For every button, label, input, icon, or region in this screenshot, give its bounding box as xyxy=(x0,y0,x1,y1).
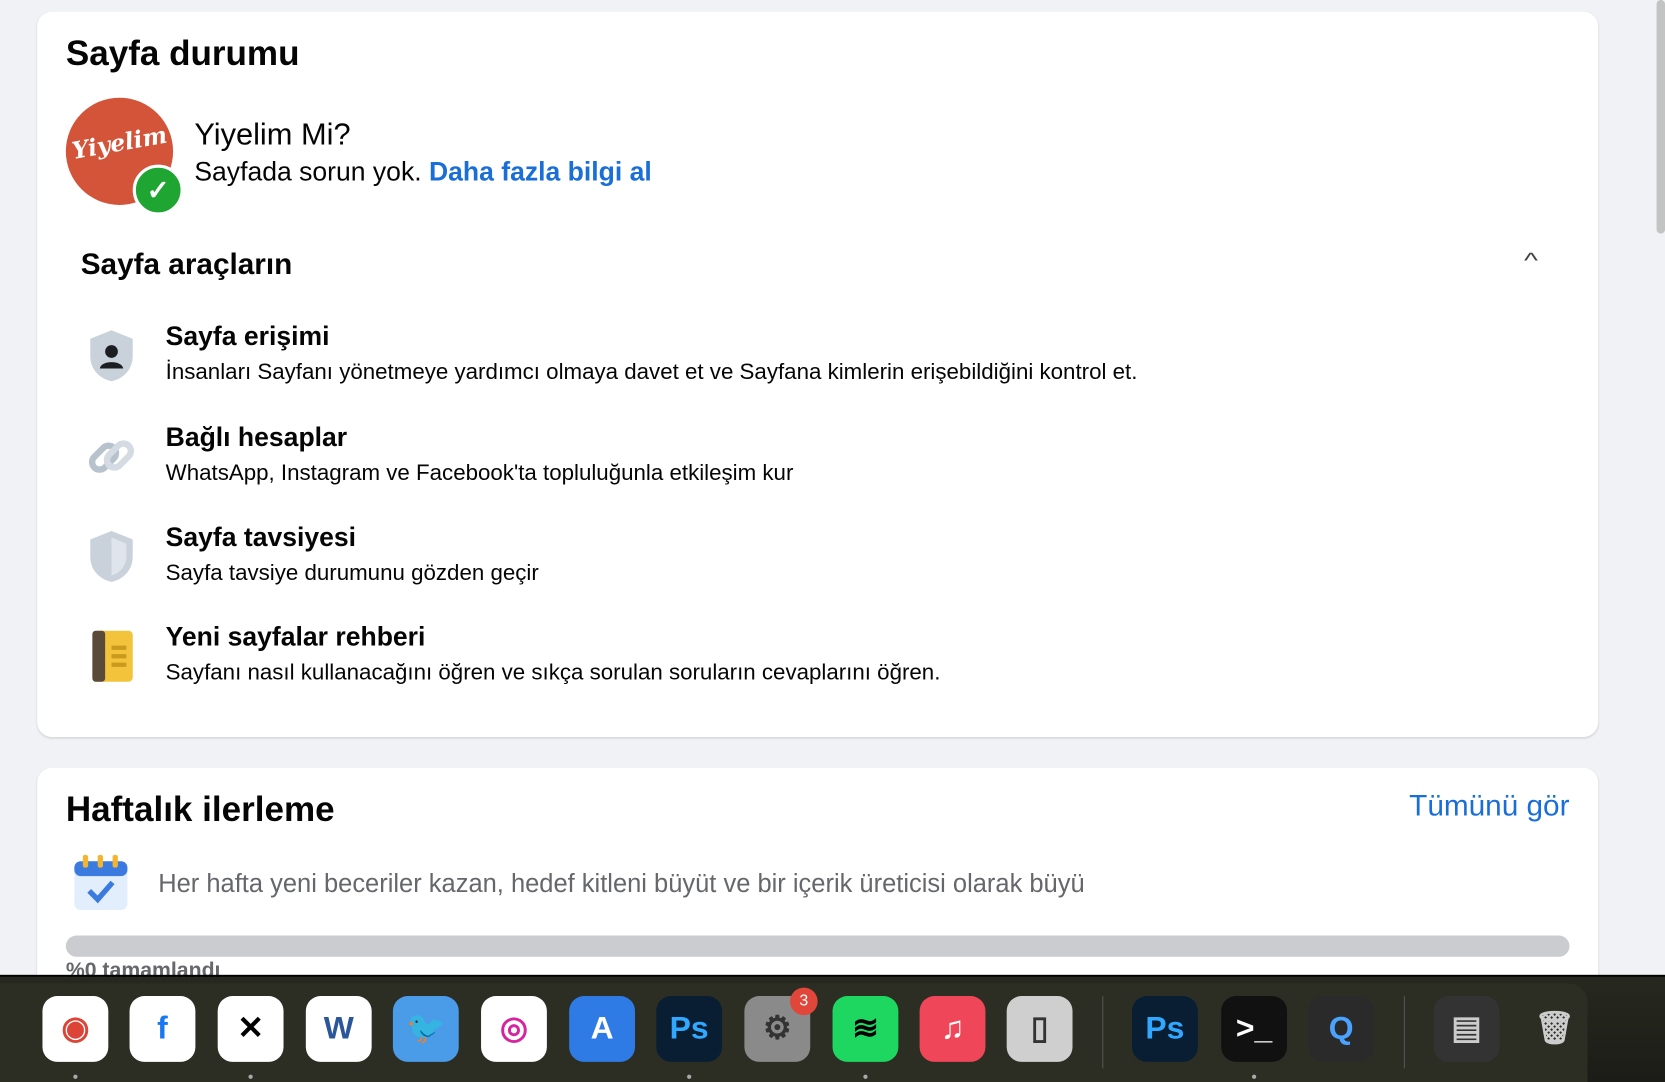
calendar-check-icon xyxy=(74,854,128,911)
tool-title: Sayfa tavsiyesi xyxy=(165,522,357,553)
guide-book-icon xyxy=(92,630,133,682)
running-indicator xyxy=(687,1074,692,1079)
tool-title: Yeni sayfalar rehberi xyxy=(165,622,426,653)
dock-app-photoshop[interactable]: Ps xyxy=(656,996,723,1062)
tool-desc: Sayfa tavsiye durumunu gözden geçir xyxy=(165,560,539,586)
dock-app-app-store[interactable]: A xyxy=(569,996,636,1062)
scrollbar[interactable] xyxy=(1656,0,1665,234)
dock: ◉ f ✕ W 🐦 ◎ A Ps ⚙ ≋ ♫ ▯ Ps >_ Q ▤ 🗑 3 xyxy=(0,974,1665,1082)
dock-app-whatsapp-window[interactable]: ▤ xyxy=(1433,996,1500,1062)
progress-bar xyxy=(65,935,1570,957)
dock-app-music[interactable]: ♫ xyxy=(919,996,986,1062)
logo-text: Yiyelim xyxy=(69,121,170,166)
dock-app-spotify[interactable]: ≋ xyxy=(832,996,899,1062)
notification-badge: 3 xyxy=(790,987,818,1016)
tool-title: Sayfa erişimi xyxy=(165,321,330,352)
tool-desc: Sayfanı nasıl kullanacağını öğren ve sık… xyxy=(165,660,941,685)
dock-app-facebook[interactable]: f xyxy=(129,996,196,1062)
dock-app-word[interactable]: W xyxy=(305,996,372,1062)
tool-desc: İnsanları Sayfanı yönetmeye yardımcı olm… xyxy=(165,359,1138,385)
dock-app-instagram[interactable]: ◎ xyxy=(481,996,547,1062)
tool-new-pages-guide[interactable]: Yeni sayfalar rehberi Sayfanı nasıl kull… xyxy=(80,622,1460,707)
dock-app-trash[interactable]: 🗑 xyxy=(1522,996,1588,1062)
card-title: Sayfa durumu xyxy=(65,32,300,73)
dock-app-chrome[interactable]: ◉ xyxy=(42,996,109,1062)
dock-app-iphone-mirroring[interactable]: ▯ xyxy=(1006,996,1073,1062)
dock-separator xyxy=(1102,996,1104,1069)
running-indicator xyxy=(248,1074,253,1079)
check-icon: ✓ xyxy=(132,164,184,216)
weekly-desc: Her hafta yeni beceriler kazan, hedef ki… xyxy=(158,869,1085,899)
card-title: Haftalık ilerleme xyxy=(65,788,335,829)
page-name: Yiyelim Mi? xyxy=(194,117,351,152)
link-icon xyxy=(88,440,135,473)
see-all-link[interactable]: Tümünü gör xyxy=(1409,789,1569,823)
tool-linked-accounts[interactable]: Bağlı hesaplar WhatsApp, Instagram ve Fa… xyxy=(80,423,1460,508)
tool-page-access[interactable]: Sayfa erişimi İnsanları Sayfanı yönetmey… xyxy=(80,322,1460,407)
running-indicator xyxy=(863,1074,868,1079)
dock-separator xyxy=(1403,996,1405,1069)
chevron-up-icon[interactable]: ^ xyxy=(1524,250,1538,274)
dock-app-twitter[interactable]: 🐦 xyxy=(392,996,459,1062)
running-indicator xyxy=(73,1074,78,1079)
person-shield-icon xyxy=(90,330,133,382)
tool-title: Bağlı hesaplar xyxy=(165,422,348,453)
status-text: Sayfada sorun yok. xyxy=(194,157,422,187)
tools-title: Sayfa araçların xyxy=(80,247,293,281)
shield-icon xyxy=(90,530,133,582)
dock-app-quicktime[interactable]: Q xyxy=(1308,996,1375,1062)
page-status-card: Sayfa durumu Yiyelim ✓ Yiyelim Mi? Sayfa… xyxy=(37,11,1599,737)
dock-app-terminal[interactable]: >_ xyxy=(1221,996,1288,1062)
running-indicator xyxy=(1251,1074,1257,1079)
dock-app-capcut[interactable]: ✕ xyxy=(217,996,284,1062)
learn-more-link[interactable]: Daha fazla bilgi al xyxy=(429,157,652,187)
tool-desc: WhatsApp, Instagram ve Facebook'ta toplu… xyxy=(165,460,794,486)
page-status-text: Sayfada sorun yok. Daha fazla bilgi al xyxy=(194,157,651,188)
dock-app-photoshop[interactable]: Ps xyxy=(1131,996,1198,1062)
tool-page-recommendation[interactable]: Sayfa tavsiyesi Sayfa tavsiye durumunu g… xyxy=(80,522,1460,607)
